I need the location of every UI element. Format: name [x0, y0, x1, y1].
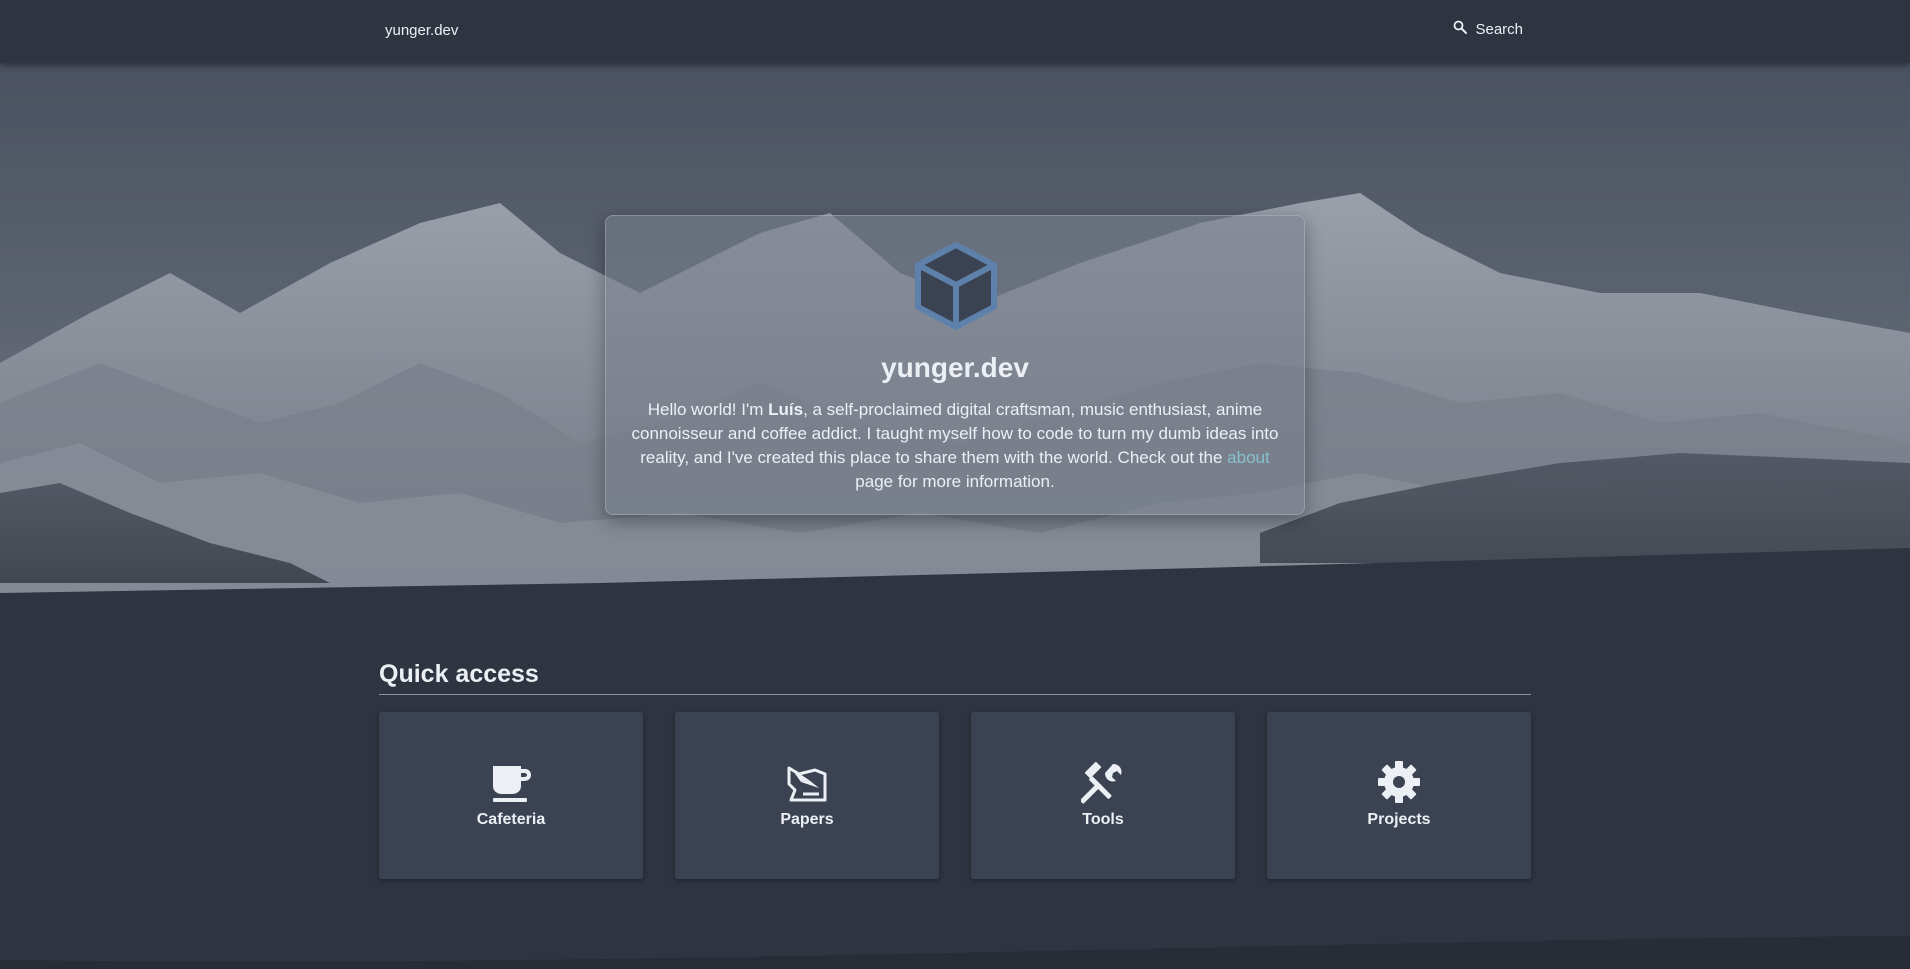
cube-icon — [911, 240, 1001, 330]
intro-card: yunger.dev Hello world! I'm Luís, a self… — [605, 215, 1305, 515]
coffee-cup-icon — [489, 760, 533, 804]
quick-access-divider — [379, 694, 1531, 695]
tools-icon — [1080, 760, 1125, 804]
author-name: Luís — [768, 400, 804, 419]
gear-icon — [1377, 760, 1421, 804]
search-icon — [1453, 20, 1468, 38]
quick-access-heading: Quick access — [379, 660, 539, 688]
about-link[interactable]: about — [1227, 448, 1270, 467]
paper-plane-icon — [785, 760, 829, 804]
tile-label: Papers — [780, 811, 834, 828]
tile-label: Projects — [1367, 811, 1431, 828]
search-label: Search — [1475, 20, 1523, 38]
intro-text-before: Hello world! I'm — [647, 400, 769, 419]
tile-tools[interactable]: Tools — [971, 712, 1235, 879]
intro-text-after: page for more information. — [855, 472, 1055, 491]
site-title: yunger.dev — [881, 352, 1029, 383]
tile-papers[interactable]: Papers — [675, 712, 939, 879]
search-button[interactable]: Search — [1453, 20, 1523, 38]
hero-banner: yunger.dev Hello world! I'm Luís, a self… — [0, 63, 1910, 623]
tile-projects[interactable]: Projects — [1267, 712, 1531, 879]
tile-label: Tools — [1082, 811, 1124, 828]
intro-text: Hello world! I'm Luís, a self-proclaimed… — [626, 398, 1284, 494]
bottom-wave — [0, 936, 1910, 969]
tile-cafeteria[interactable]: Cafeteria — [379, 712, 643, 879]
brand-link[interactable]: yunger.dev — [385, 22, 458, 39]
tile-label: Cafeteria — [476, 811, 546, 828]
top-navbar: yunger.dev Search — [0, 0, 1910, 63]
